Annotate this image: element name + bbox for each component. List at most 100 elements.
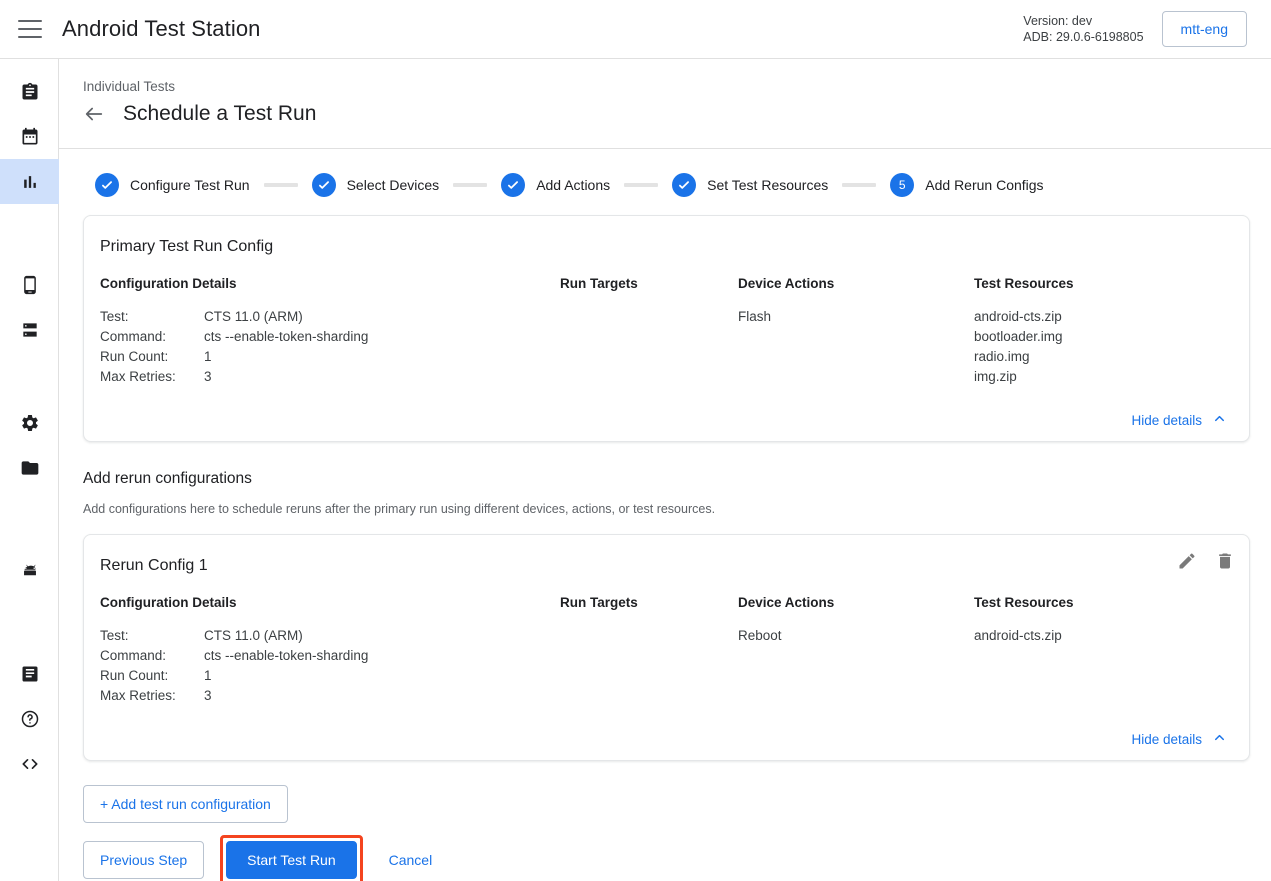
step-label: Set Test Resources xyxy=(707,177,828,193)
list-item: android-cts.zip xyxy=(974,626,1233,646)
server-icon xyxy=(20,320,40,340)
detail-key: Command: xyxy=(100,646,204,666)
step-connector xyxy=(264,183,298,187)
wizard-stepper: Configure Test Run Select Devices Add Ac… xyxy=(59,149,1271,197)
sidebar-item-developer[interactable] xyxy=(0,741,59,786)
step-connector xyxy=(453,183,487,187)
column-header-device-actions: Device Actions xyxy=(738,595,974,626)
sidebar-item-hosts[interactable] xyxy=(0,307,59,352)
list-item: Reboot xyxy=(738,626,974,646)
rerun-section-title: Add rerun configurations xyxy=(83,470,1250,488)
step-label: Add Actions xyxy=(536,177,610,193)
rerun-card-title: Rerun Config 1 xyxy=(100,557,1233,575)
breadcrumb[interactable]: Individual Tests xyxy=(83,79,1247,94)
step-add-rerun-configs[interactable]: 5 Add Rerun Configs xyxy=(890,173,1043,197)
step-configure-test-run[interactable]: Configure Test Run xyxy=(95,173,250,197)
rail-spacer-2 xyxy=(0,352,58,400)
rerun-test-resources: android-cts.zip xyxy=(974,626,1233,706)
pencil-icon[interactable] xyxy=(1177,551,1197,571)
start-test-run-button[interactable]: Start Test Run xyxy=(226,841,356,879)
page-header: Individual Tests Schedule a Test Run xyxy=(59,59,1271,148)
detail-row: Max Retries:3 xyxy=(100,367,560,387)
sidebar-item-test-runs[interactable] xyxy=(0,69,59,114)
sidebar-item-file-browser[interactable] xyxy=(0,445,59,490)
detail-key: Command: xyxy=(100,327,204,347)
primary-device-actions: Flash xyxy=(738,307,974,387)
page-title: Schedule a Test Run xyxy=(123,102,316,126)
step-check-icon xyxy=(672,173,696,197)
detail-row: Test:CTS 11.0 (ARM) xyxy=(100,307,560,327)
step-check-icon xyxy=(501,173,525,197)
step-set-test-resources[interactable]: Set Test Resources xyxy=(672,173,828,197)
column-header-device-actions: Device Actions xyxy=(738,276,974,307)
detail-key: Max Retries: xyxy=(100,367,204,387)
add-test-run-configuration-button[interactable]: + Add test run configuration xyxy=(83,785,288,823)
detail-key: Test: xyxy=(100,626,204,646)
cancel-button[interactable]: Cancel xyxy=(373,842,449,878)
primary-config-grid: Configuration Details Run Targets Device… xyxy=(100,276,1233,387)
column-header-run-targets: Run Targets xyxy=(560,595,738,626)
sidebar-item-reports[interactable] xyxy=(0,159,59,204)
rerun-card-footer: Hide details xyxy=(100,720,1233,760)
trash-icon[interactable] xyxy=(1215,551,1235,571)
step-connector xyxy=(624,183,658,187)
app-title: Android Test Station xyxy=(62,16,261,42)
sidebar-item-devices[interactable] xyxy=(0,262,59,307)
sidebar-item-settings[interactable] xyxy=(0,400,59,445)
step-label: Select Devices xyxy=(347,177,440,193)
gear-icon xyxy=(20,413,40,433)
rerun-hide-details-button[interactable]: Hide details xyxy=(1131,730,1227,748)
primary-test-run-config-card: Primary Test Run Config Configuration De… xyxy=(83,215,1250,442)
rerun-card-actions xyxy=(1177,551,1235,571)
phone-icon xyxy=(20,275,40,295)
step-select-devices[interactable]: Select Devices xyxy=(312,173,440,197)
primary-hide-details-button[interactable]: Hide details xyxy=(1131,411,1227,429)
sidebar-item-logs[interactable] xyxy=(0,651,59,696)
column-header-configuration-details: Configuration Details xyxy=(100,276,560,307)
step-add-actions[interactable]: Add Actions xyxy=(501,173,610,197)
topbar-right-group: Version: dev ADB: 29.0.6-6198805 mtt-eng xyxy=(1023,11,1271,47)
step-number: 5 xyxy=(890,173,914,197)
sidebar-item-android[interactable] xyxy=(0,548,59,593)
detail-value: 1 xyxy=(204,347,560,367)
hide-details-label: Hide details xyxy=(1131,413,1202,428)
detail-key: Run Count: xyxy=(100,347,204,367)
sidebar-item-help[interactable] xyxy=(0,696,59,741)
rail-spacer-3 xyxy=(0,490,58,548)
column-header-test-resources: Test Resources xyxy=(974,276,1233,307)
primary-test-resources: android-cts.zip bootloader.img radio.img… xyxy=(974,307,1233,387)
user-chip-button[interactable]: mtt-eng xyxy=(1162,11,1247,47)
bar-chart-icon xyxy=(20,172,40,192)
column-header-test-resources: Test Resources xyxy=(974,595,1233,626)
wizard-body: Primary Test Run Config Configuration De… xyxy=(59,215,1271,881)
step-check-icon xyxy=(95,173,119,197)
android-icon xyxy=(19,560,41,582)
column-header-run-targets: Run Targets xyxy=(560,276,738,307)
code-icon xyxy=(20,754,40,774)
rerun-run-targets xyxy=(560,626,738,706)
sidebar-item-schedules[interactable] xyxy=(0,114,59,159)
step-check-icon xyxy=(312,173,336,197)
detail-row: Run Count:1 xyxy=(100,347,560,367)
detail-row: Command:cts --enable-token-sharding xyxy=(100,646,560,666)
list-item: img.zip xyxy=(974,367,1233,387)
step-connector xyxy=(842,183,876,187)
detail-row: Test:CTS 11.0 (ARM) xyxy=(100,626,560,646)
detail-row: Command:cts --enable-token-sharding xyxy=(100,327,560,347)
primary-card-title: Primary Test Run Config xyxy=(100,238,1233,256)
start-test-run-highlight: Start Test Run xyxy=(220,835,362,881)
primary-configuration-details: Test:CTS 11.0 (ARM) Command:cts --enable… xyxy=(100,307,560,387)
column-header-configuration-details: Configuration Details xyxy=(100,595,560,626)
chevron-up-icon xyxy=(1212,730,1227,748)
adb-line: ADB: 29.0.6-6198805 xyxy=(1023,29,1143,45)
detail-key: Run Count: xyxy=(100,666,204,686)
hamburger-menu-icon[interactable] xyxy=(18,20,42,38)
calendar-icon xyxy=(20,127,40,147)
back-arrow-icon[interactable] xyxy=(83,103,105,125)
detail-value: CTS 11.0 (ARM) xyxy=(204,626,560,646)
help-circle-icon xyxy=(20,709,40,729)
primary-card-footer: Hide details xyxy=(100,401,1233,441)
version-info: Version: dev ADB: 29.0.6-6198805 xyxy=(1023,13,1143,45)
hide-details-label: Hide details xyxy=(1131,732,1202,747)
previous-step-button[interactable]: Previous Step xyxy=(83,841,204,879)
